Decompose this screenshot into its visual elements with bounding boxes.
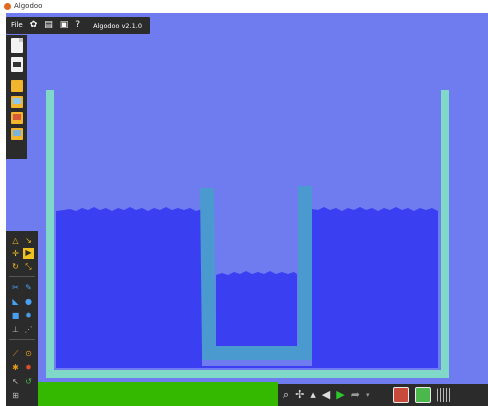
calculator-icon[interactable]: ▤ (44, 17, 53, 34)
grid-snap-tool-icon[interactable]: ⊞ (11, 391, 20, 400)
simulation-canvas[interactable] (6, 13, 488, 406)
plane-tool-icon[interactable]: ⊥ (11, 325, 20, 334)
ground-plane (38, 382, 278, 406)
tool-divider (9, 339, 35, 340)
tool-divider (9, 276, 35, 277)
save-scene-icon[interactable] (10, 57, 23, 72)
help-icon[interactable]: ? (75, 17, 80, 34)
play-icon[interactable]: ▶ (336, 384, 344, 406)
open-folder-image-icon[interactable] (10, 128, 23, 140)
version-label: Algodoo v2.1.0 (93, 21, 142, 30)
brush-tool-icon[interactable]: ✎ (24, 283, 33, 292)
open-folder-icon[interactable] (10, 80, 23, 92)
redo-icon[interactable]: ➦ (351, 384, 360, 406)
file-toolbar (6, 35, 27, 159)
save-icon[interactable]: ▣ (60, 17, 69, 34)
grid-icon[interactable] (437, 388, 452, 402)
undo-icon[interactable]: ◀ (322, 384, 330, 406)
laser-tool-icon[interactable]: ↺ (24, 377, 33, 386)
polygon-tool-icon[interactable]: ◣ (11, 297, 20, 306)
open-folder-blue-icon[interactable] (10, 96, 23, 108)
thruster-tool-icon[interactable]: ✸ (24, 363, 33, 372)
sketch-tool-icon[interactable]: △ (11, 236, 20, 245)
top-menu-bar: File ✿ ▤ ▣ ? Algodoo v2.1.0 (6, 17, 150, 34)
scene-drawing (46, 90, 449, 378)
file-menu[interactable]: File (11, 17, 23, 34)
box-tool-icon[interactable]: ■ (11, 311, 20, 320)
tools-toolbar: △ ↘ ✛ ▶ ↻ ⤡ ✂ ✎ ◣ ● ■ ✹ ⊥ ⋰ ⟋ ⊙ ✱ ✸ ↖ ↺ … (6, 231, 38, 406)
new-scene-icon[interactable] (10, 38, 23, 53)
spring-tool-icon[interactable]: ⟋ (11, 349, 20, 358)
chain-tool-icon[interactable]: ⋰ (24, 325, 33, 334)
cut-tool-icon[interactable]: ✂ (11, 283, 20, 292)
scale-tool-icon[interactable]: ⤡ (24, 262, 33, 271)
drag-tool-icon[interactable]: ↘ (24, 236, 33, 245)
green-circle-icon[interactable] (415, 387, 432, 403)
tracer-tool-icon[interactable]: ↖ (11, 377, 20, 386)
step-back-icon[interactable]: ▲ (310, 384, 315, 406)
inner-water (216, 271, 297, 347)
move-tool-icon[interactable]: ✛ (11, 249, 20, 258)
title-bar: Algodoo (0, 0, 488, 13)
hinge-tool-icon[interactable]: ⊙ (24, 349, 33, 358)
pan-icon[interactable]: ✢ (295, 384, 304, 406)
circle-tool-icon[interactable]: ● (24, 297, 33, 306)
rotate-tool-icon[interactable]: ↻ (11, 262, 20, 271)
open-folder-red-icon[interactable] (10, 112, 23, 124)
gear-tool-icon[interactable]: ✹ (24, 311, 33, 320)
step-forward-icon[interactable]: ▾ (366, 384, 370, 406)
window-title: Algodoo (14, 2, 43, 10)
bottom-toolbar: ⌕ ✢ ▲ ◀ ▶ ➦ ▾ (278, 384, 488, 406)
settings-icon[interactable]: ✿ (30, 17, 38, 34)
red-rectangle-icon[interactable] (393, 387, 410, 403)
zoom-icon[interactable]: ⌕ (283, 384, 289, 406)
select-tool-icon[interactable]: ▶ (23, 248, 34, 259)
app-logo-icon (4, 3, 11, 10)
fixate-tool-icon[interactable]: ✱ (11, 363, 20, 372)
